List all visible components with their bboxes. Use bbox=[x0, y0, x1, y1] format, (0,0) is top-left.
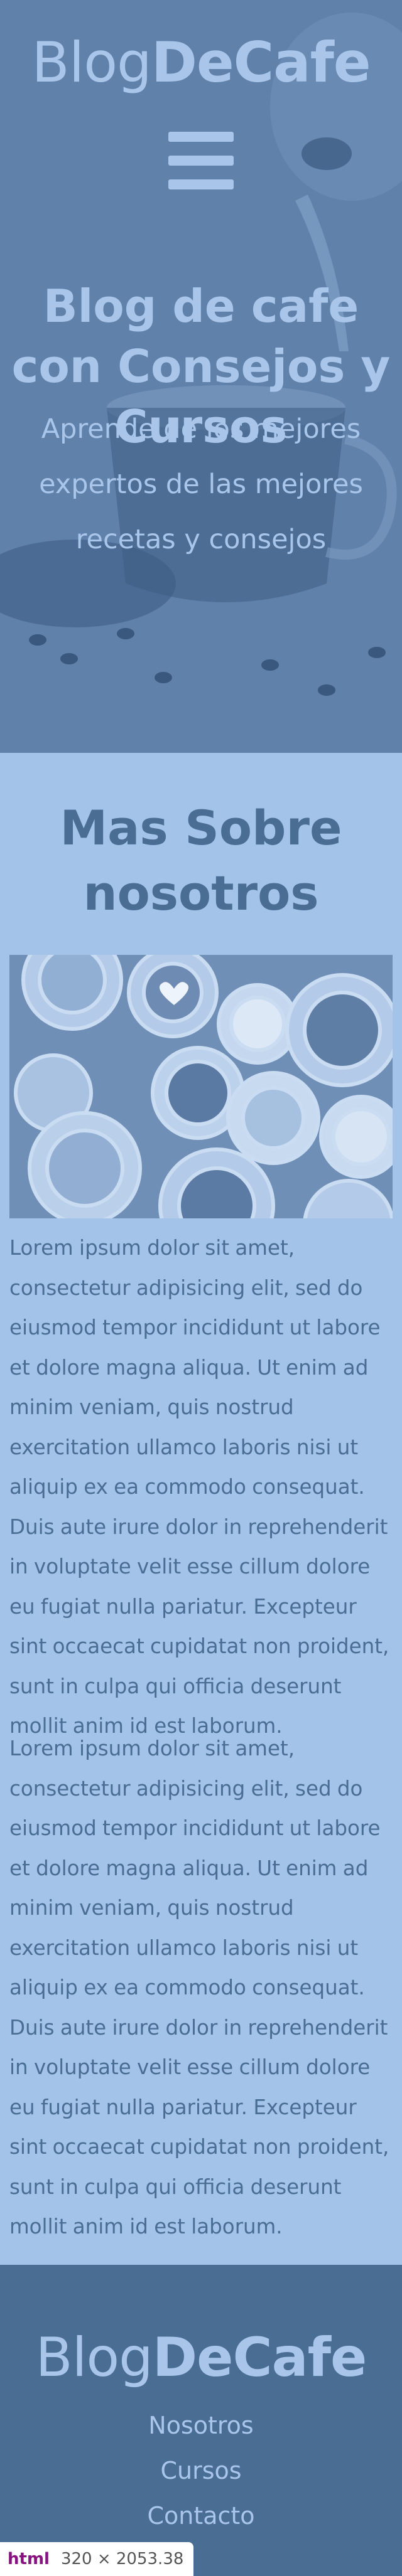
about-paragraph: Lorem ipsum dolor sit amet, consectetur … bbox=[9, 1737, 389, 2238]
hamburger-line bbox=[168, 179, 234, 189]
hamburger-line bbox=[168, 156, 234, 166]
logo-text-light: Blog bbox=[35, 2326, 153, 2389]
about-title: Mas Sobre nosotros bbox=[60, 800, 342, 921]
hero-header: BlogDeCafe Blog de cafe con Consejos y C… bbox=[0, 0, 402, 753]
devtools-dimension-badge: html 320 × 2053.38 bbox=[0, 2542, 194, 2576]
site-logo[interactable]: BlogDeCafe bbox=[0, 30, 402, 95]
element-dimensions: 320 × 2053.38 bbox=[60, 2550, 184, 2568]
logo-text-light: Blog bbox=[31, 30, 152, 95]
logo-text-bold: DeCafe bbox=[151, 30, 371, 95]
element-tag-label: html bbox=[8, 2550, 50, 2568]
site-footer: BlogDeCafe Nosotros Cursos Contacto bbox=[0, 2265, 402, 2576]
footer-link-cursos[interactable]: Cursos bbox=[0, 2448, 402, 2493]
footer-link-nosotros[interactable]: Nosotros bbox=[0, 2403, 402, 2448]
coffee-cups-image bbox=[9, 955, 393, 1218]
hero-subtitle: Aprende de los mejores expertos de las m… bbox=[39, 413, 363, 555]
about-section: Mas Sobre nosotros Lorem ipsum dolor sit… bbox=[0, 753, 402, 2265]
about-paragraph: Lorem ipsum dolor sit amet, consectetur … bbox=[9, 1236, 389, 1738]
footer-logo[interactable]: BlogDeCafe bbox=[0, 2326, 402, 2389]
hamburger-menu-icon[interactable] bbox=[168, 132, 234, 189]
hamburger-line bbox=[168, 132, 234, 142]
footer-link-contacto[interactable]: Contacto bbox=[0, 2493, 402, 2538]
logo-text-bold: DeCafe bbox=[152, 2326, 367, 2389]
footer-nav: Nosotros Cursos Contacto bbox=[0, 2403, 402, 2538]
